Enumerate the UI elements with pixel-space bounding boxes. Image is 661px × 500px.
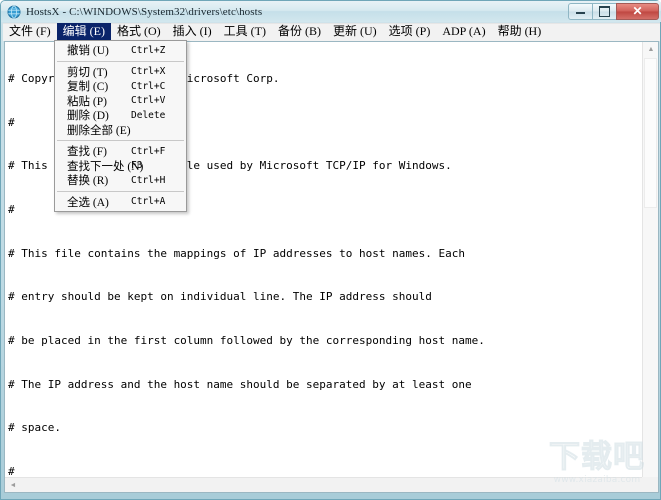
menu-separator [57, 60, 184, 62]
title-bar[interactable]: HostsX - C:\WINDOWS\System32\drivers\etc… [1, 1, 661, 22]
text-line: # The IP address and the host name shoul… [8, 377, 472, 391]
menu-options[interactable]: 选项 (P) [383, 23, 437, 42]
menu-item-cut[interactable]: 剪切 (T) Ctrl+X [55, 65, 186, 80]
globe-icon [7, 5, 21, 19]
maximize-icon [599, 5, 610, 17]
edit-dropdown-menu: 撤销 (U) Ctrl+Z 剪切 (T) Ctrl+X 复制 (C) Ctrl+… [54, 40, 187, 212]
menu-help[interactable]: 帮助 (H) [492, 23, 548, 42]
window-controls: ✕ [568, 2, 659, 20]
menu-tools[interactable]: 工具 (T) [218, 23, 272, 42]
vertical-scrollbar[interactable]: ▲ [642, 42, 658, 477]
menu-item-select-all[interactable]: 全选 (A) Ctrl+A [55, 195, 186, 210]
app-root: HostsX - C:\WINDOWS\System32\drivers\etc… [0, 0, 661, 500]
menu-backup[interactable]: 备份 (B) [272, 23, 327, 42]
minimize-button[interactable] [568, 2, 593, 20]
menu-item-copy[interactable]: 复制 (C) Ctrl+C [55, 79, 186, 94]
menu-item-accel: Ctrl+H [131, 174, 166, 186]
menu-bar: 文件 (F) 编辑 (E) 格式 (O) 插入 (I) 工具 (T) 备份 (B… [3, 23, 660, 42]
menu-item-label: 撤销 (U) [67, 45, 109, 58]
menu-item-replace[interactable]: 替换 (R) Ctrl+H [55, 173, 186, 188]
menu-item-label: 删除全部 (E) [67, 124, 131, 137]
menu-item-delete[interactable]: 删除 (D) Delete [55, 108, 186, 123]
menu-item-accel: Ctrl+V [131, 95, 166, 107]
menu-item-accel: Ctrl+F [131, 145, 166, 157]
window-title: HostsX - C:\WINDOWS\System32\drivers\etc… [26, 5, 263, 18]
menu-item-accel: F3 [131, 160, 143, 172]
menu-item-accel: Ctrl+Z [131, 44, 166, 56]
text-line: # This file contains the mappings of IP … [8, 246, 465, 260]
menu-item-paste[interactable]: 粘贴 (P) Ctrl+V [55, 94, 186, 109]
horizontal-scrollbar[interactable]: ◄ [5, 477, 642, 492]
scrollbar-corner [642, 477, 658, 492]
menu-item-label: 全选 (A) [67, 196, 109, 209]
vertical-scroll-thumb[interactable] [644, 58, 657, 208]
close-button[interactable]: ✕ [616, 2, 659, 20]
scroll-left-icon[interactable]: ◄ [5, 478, 21, 492]
menu-item-accel: Ctrl+X [131, 66, 166, 78]
text-line: # entry should be kept on individual lin… [8, 290, 432, 304]
menu-item-accel: Delete [131, 109, 166, 121]
menu-file[interactable]: 文件 (F) [3, 23, 57, 42]
application-window: HostsX - C:\WINDOWS\System32\drivers\etc… [0, 0, 661, 500]
menu-separator [57, 140, 184, 141]
maximize-button[interactable] [592, 2, 617, 20]
menu-item-label: 替换 (R) [67, 175, 109, 188]
text-line: # [8, 464, 15, 477]
menu-item-accel: Ctrl+A [131, 196, 166, 208]
menu-update[interactable]: 更新 (U) [327, 23, 383, 42]
menu-item-accel: Ctrl+C [131, 80, 166, 92]
text-line: # be placed in the first column followed… [8, 333, 485, 347]
menu-item-delete-all[interactable]: 删除全部 (E) [55, 123, 186, 138]
minimize-icon [576, 9, 585, 14]
text-line: # space. [8, 421, 61, 435]
menu-item-undo[interactable]: 撤销 (U) Ctrl+Z [55, 43, 186, 58]
menu-item-find[interactable]: 查找 (F) Ctrl+F [55, 144, 186, 159]
menu-adp[interactable]: ADP (A) [436, 23, 491, 42]
scroll-up-icon[interactable]: ▲ [643, 42, 658, 57]
menu-separator [57, 190, 184, 192]
close-icon: ✕ [632, 4, 643, 18]
menu-item-find-next[interactable]: 查找下一处 (N) F3 [55, 159, 186, 174]
